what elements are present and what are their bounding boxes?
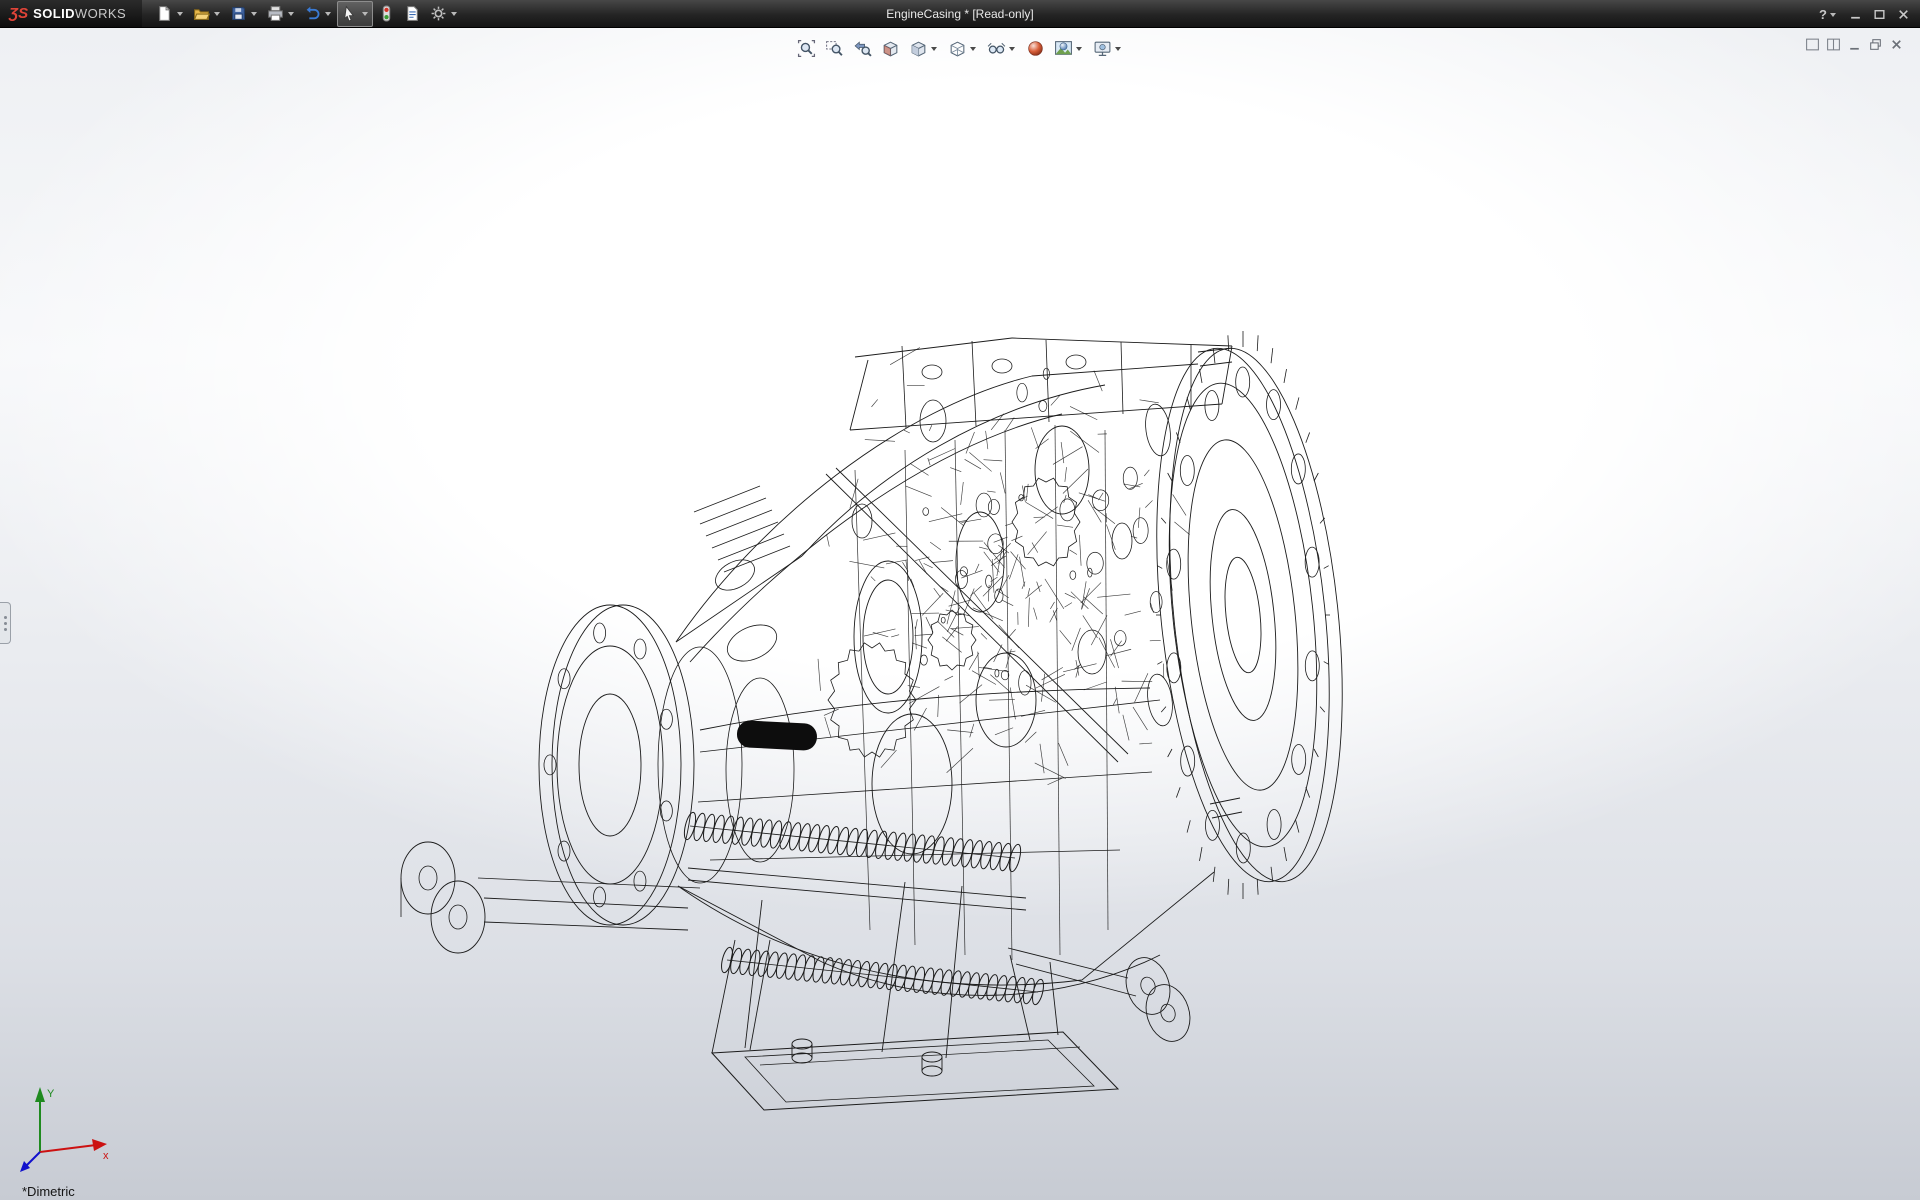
heads-up-view-toolbar: [794, 34, 1126, 62]
brand-solid: SOLID: [33, 6, 75, 21]
view-settings-button[interactable]: [1090, 34, 1126, 62]
file-properties-button[interactable]: [400, 1, 425, 27]
solidworks-window: ƷS SOLIDWORKS EngineCasing * [Read-only]…: [0, 0, 1920, 1200]
rebuild-button[interactable]: [374, 1, 399, 27]
grip-dot: [4, 628, 7, 631]
print-button[interactable]: [263, 1, 299, 27]
new-document-icon: [155, 4, 174, 23]
apply-scene-icon: [1054, 39, 1073, 58]
options-button[interactable]: [426, 1, 462, 27]
hide-show-items-dropdown-caret[interactable]: [1009, 47, 1015, 51]
triad-y-label: Y: [47, 1088, 55, 1100]
doc-restore-button[interactable]: [1868, 37, 1883, 52]
save-button[interactable]: [226, 1, 262, 27]
file-properties-icon: [403, 4, 422, 23]
maximize-button[interactable]: [1873, 8, 1886, 21]
view-orientation-label: *Dimetric: [22, 1184, 75, 1199]
section-view-icon: [881, 39, 900, 58]
grip-dot: [4, 616, 7, 619]
task-pane-collapsed-tab[interactable]: [0, 602, 11, 644]
pane-split-button[interactable]: [1826, 37, 1841, 52]
zoom-fit-icon: [797, 39, 816, 58]
zoom-area-icon: [825, 39, 844, 58]
display-style-button[interactable]: [945, 34, 981, 62]
apply-scene-dropdown-caret[interactable]: [1076, 47, 1082, 51]
window-controls: ?: [1819, 0, 1910, 28]
view-orientation-dropdown-caret[interactable]: [931, 47, 937, 51]
zoom-area-button[interactable]: [822, 34, 847, 62]
engine-casing-wireframe-model[interactable]: [0, 0, 1920, 1200]
new-document-button[interactable]: [152, 1, 188, 27]
view-settings-icon: [1093, 39, 1112, 58]
doc-minimize-button[interactable]: [1847, 37, 1862, 52]
undo-button[interactable]: [300, 1, 336, 27]
print-dropdown-caret[interactable]: [288, 12, 294, 16]
rebuild-icon: [377, 4, 396, 23]
view-settings-dropdown-caret[interactable]: [1115, 47, 1121, 51]
zoom-fit-button[interactable]: [794, 34, 819, 62]
open-folder-button[interactable]: [189, 1, 225, 27]
edit-appearance-icon: [1026, 39, 1045, 58]
solidworks-logo: ƷS SOLIDWORKS: [0, 0, 142, 27]
orientation-triad: Y x: [6, 1056, 126, 1176]
display-style-icon: [948, 39, 967, 58]
previous-view-icon: [853, 39, 872, 58]
select-cursor-dropdown-caret[interactable]: [362, 12, 368, 16]
help-button[interactable]: ?: [1819, 7, 1838, 22]
view-orientation-button[interactable]: [906, 34, 942, 62]
brand-name: SOLIDWORKS: [33, 5, 126, 23]
undo-dropdown-caret[interactable]: [325, 12, 331, 16]
print-icon: [266, 4, 285, 23]
new-document-dropdown-caret[interactable]: [177, 12, 183, 16]
hide-show-items-button[interactable]: [984, 34, 1020, 62]
close-button[interactable]: [1897, 8, 1910, 21]
select-cursor-button[interactable]: [337, 1, 373, 27]
quick-access-toolbar: [142, 0, 462, 27]
triad-y-arrow: [35, 1087, 45, 1102]
help-dropdown-caret[interactable]: [1830, 13, 1836, 17]
edit-appearance-button[interactable]: [1023, 34, 1048, 62]
minimize-button[interactable]: [1849, 8, 1862, 21]
undo-icon: [303, 4, 322, 23]
doc-close-button[interactable]: [1889, 37, 1904, 52]
document-window-controls: [1805, 37, 1904, 52]
previous-view-button[interactable]: [850, 34, 875, 62]
dassault-3ds-logo-icon: ƷS: [9, 5, 28, 22]
select-cursor-icon: [340, 4, 359, 23]
open-folder-dropdown-caret[interactable]: [214, 12, 220, 16]
section-view-button[interactable]: [878, 34, 903, 62]
brand-works: WORKS: [75, 6, 126, 21]
view-orientation-icon: [909, 39, 928, 58]
hide-show-items-icon: [987, 39, 1006, 58]
save-icon: [229, 4, 248, 23]
options-dropdown-caret[interactable]: [451, 12, 457, 16]
pane-single-button[interactable]: [1805, 37, 1820, 52]
help-icon: ?: [1819, 7, 1827, 22]
triad-x-label: x: [103, 1150, 109, 1162]
save-dropdown-caret[interactable]: [251, 12, 257, 16]
open-folder-icon: [192, 4, 211, 23]
titlebar: ƷS SOLIDWORKS EngineCasing * [Read-only]…: [0, 0, 1920, 28]
apply-scene-button[interactable]: [1051, 34, 1087, 62]
options-icon: [429, 4, 448, 23]
display-style-dropdown-caret[interactable]: [970, 47, 976, 51]
grip-dot: [4, 622, 7, 625]
